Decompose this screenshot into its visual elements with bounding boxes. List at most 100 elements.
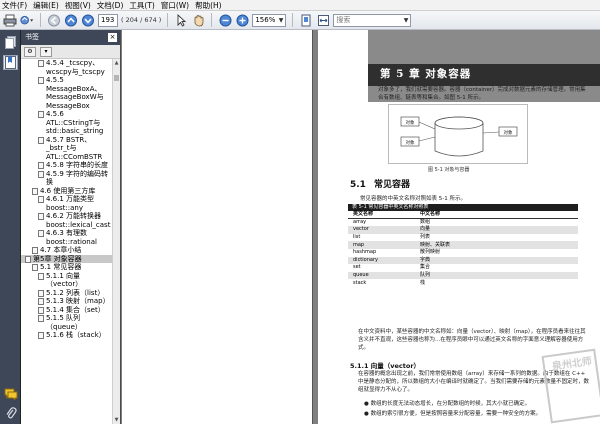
table-cell: 向量 [418,226,578,234]
menu-view[interactable]: 视图(V) [65,0,91,11]
table-cell: hashmap [353,249,377,256]
current-page: 第 5 章 对象容器 对象多了，我们就需要容器。容器（container）完成对… [318,30,600,424]
bookmark-page-icon [38,136,44,144]
bookmark-item[interactable]: 5.1.6 栈（stack） [21,331,113,340]
zoom-dropdown[interactable]: 156% ▼ [252,13,287,27]
bookmark-label: 5.1.3 映射（map） [46,297,110,305]
page-number-input[interactable]: 193 [98,13,118,27]
bookmark-item[interactable]: 4.6 使用第三方库 [21,187,113,196]
menu-window[interactable]: 窗口(W) [161,0,189,11]
figure-label: 对象 [406,139,415,146]
zoom-in-icon[interactable] [235,13,249,27]
section-intro: 常见容器的中英文名称对照如表 5-1 所示。 [360,196,466,202]
bookmark-item[interactable]: 4.5.6 ATL::CStringT与std::basic_string [21,110,113,136]
pages-panel-icon[interactable] [3,35,18,50]
new-bookmark-icon[interactable]: ▾ [40,46,52,57]
menu-tools[interactable]: 工具(T) [129,0,154,11]
next-page-icon[interactable] [81,13,95,27]
scroll-up-icon[interactable]: ▲ [113,59,120,67]
bookmark-item[interactable]: 4.6.2 万能转换器boost::lexical_cast [21,212,113,229]
bookmark-item[interactable]: 4.5.7 BSTR、_bstr_t与ATL::CComBSTR [21,136,113,162]
menu-help[interactable]: 帮助(H) [195,0,222,11]
search-dropdown[interactable]: 搜索 ▼ [333,13,412,27]
table-cell: 队列 [418,271,578,280]
table-cell: 散列映射 [420,249,441,256]
chevron-down-icon: ▼ [278,16,284,24]
bookmark-page-icon [32,264,38,271]
back-icon[interactable] [47,13,61,27]
collaborate-icon[interactable] [20,13,34,27]
table-row: dictionary 字典 [348,256,578,265]
bookmark-page-icon [38,213,44,220]
menu-file[interactable]: 文件(F) [2,0,27,11]
bookmark-label: 4.6.3 有理数boost::rational [46,229,97,246]
close-icon[interactable]: × [108,33,117,42]
bookmark-label: 4.5.4 _tcscpy、wcscpy与_tcscpy [46,59,105,76]
bookmark-item[interactable]: 4.5.9 字符的编码转换 [21,170,113,187]
bookmarks-scrollbar[interactable]: ▲ ▼ [112,59,120,424]
bookmarks-panel-icon[interactable] [3,55,18,70]
bookmark-item[interactable]: 4.5.8 字符串的长度 [21,161,113,170]
bookmark-page-icon [38,230,44,237]
comments-icon[interactable] [3,386,18,401]
bookmark-label: 第5章 对象容器 [33,254,82,263]
print-icon[interactable] [3,13,17,27]
search-input[interactable]: 搜索 [336,15,350,26]
table-row: hashmap 散列映射 [348,249,578,257]
prev-page-icon[interactable] [64,13,78,27]
bookmark-item[interactable]: 5.1.2 列表（list） [21,289,113,298]
select-arrow-icon[interactable] [174,13,188,27]
bookmark-item[interactable]: 4.6.1 万能类型boost::any [21,195,113,212]
bookmark-page-icon [38,306,44,314]
bookmark-item[interactable]: 4.5.4 _tcscpy、wcscpy与_tcscpy [21,59,113,76]
bookmark-item[interactable]: 5.1.3 映射（map） [21,297,113,306]
bookmark-page-icon [38,77,44,84]
bookmark-label: 4.5.9 字符的编码转换 [46,169,109,187]
bookmark-item[interactable]: 5.1 常见容器 [21,263,113,272]
zoom-out-icon[interactable] [218,13,232,27]
table-cell: map [348,241,418,249]
table-cell: dictionary [348,256,418,265]
scroll-down-icon[interactable]: ▼ [113,416,120,424]
table-row: stack 栈 [348,279,578,287]
table-body: array 数组 vector 向量 list 列表 map 映射、关联表 hashmap 散列映… [348,219,578,287]
bookmark-label: 5.1.5 队列（queue） [46,314,82,331]
fit-width-icon[interactable] [316,13,330,27]
table-cell: stack [353,279,367,286]
navigation-pane-strip [0,30,21,424]
document-view[interactable]: 第 5 章 对象容器 对象多了，我们就需要容器。容器（container）完成对… [122,30,600,424]
bookmark-page-icon [38,289,44,297]
bookmark-page-icon [38,170,44,178]
table-header-cell: 英文名称 [348,211,418,220]
bookmark-item[interactable]: 4.6.3 有理数boost::rational [21,229,113,246]
bookmark-item[interactable]: 4.7 本章小结 [21,246,113,255]
figure-caption: 图 5-1 对象与容器 [428,167,470,173]
bookmark-item[interactable]: 第5章 对象容器 [21,254,113,263]
bookmark-item[interactable]: 4.5.5 MessageBoxA、MessageBoxW与MessageBox [21,76,113,110]
table-row: array 数组 [348,219,578,227]
bookmark-label: 4.6 使用第三方库 [40,186,96,195]
menu-edit[interactable]: 编辑(E) [33,0,59,11]
fit-page-icon[interactable] [299,13,313,27]
bookmarks-panel: 书签 × ⚙ ▾ 4.5.4 _tcscpy、wcscpy与_tcscpy 4.5… [21,30,121,424]
toolbar-separator [211,13,213,27]
bookmark-label: 4.5.6 ATL::CStringT与std::basic_string [46,110,104,135]
subsection-heading: 5.1.1 向量（vector） [350,362,421,370]
hand-tool-icon[interactable] [191,13,205,27]
table-row: set 集合 [348,264,578,272]
bookmark-item[interactable]: 5.1.4 集合（set） [21,306,113,315]
bullet-item: ● 数组的长度无法动态增长，在分配数组的时候，其大小就已确定。 [364,401,531,407]
table-cell: 集合 [420,264,431,271]
attachments-icon[interactable] [3,406,18,421]
bullet-text: 数组的长度无法动态增长，在分配数组的时候，其大小就已确定。 [370,401,531,407]
bookmark-label: 5.1.4 集合（set） [46,305,105,314]
toolbar-separator [40,13,41,27]
bookmark-item[interactable]: 5.1.5 队列（queue） [21,314,113,331]
bookmark-options-icon[interactable]: ⚙ [24,46,36,57]
containers-table: 表 5-1 常见容器中英文名称对照表 英文名称 中文名称 array 数组 vect… [348,204,578,287]
scroll-thumb[interactable] [114,75,119,81]
menu-document[interactable]: 文档(D) [97,0,124,11]
bookmark-label: 5.1.1 向量（vector） [46,271,83,289]
bookmark-item[interactable]: 5.1.1 向量（vector） [21,272,113,289]
table-cell: array [353,219,367,226]
